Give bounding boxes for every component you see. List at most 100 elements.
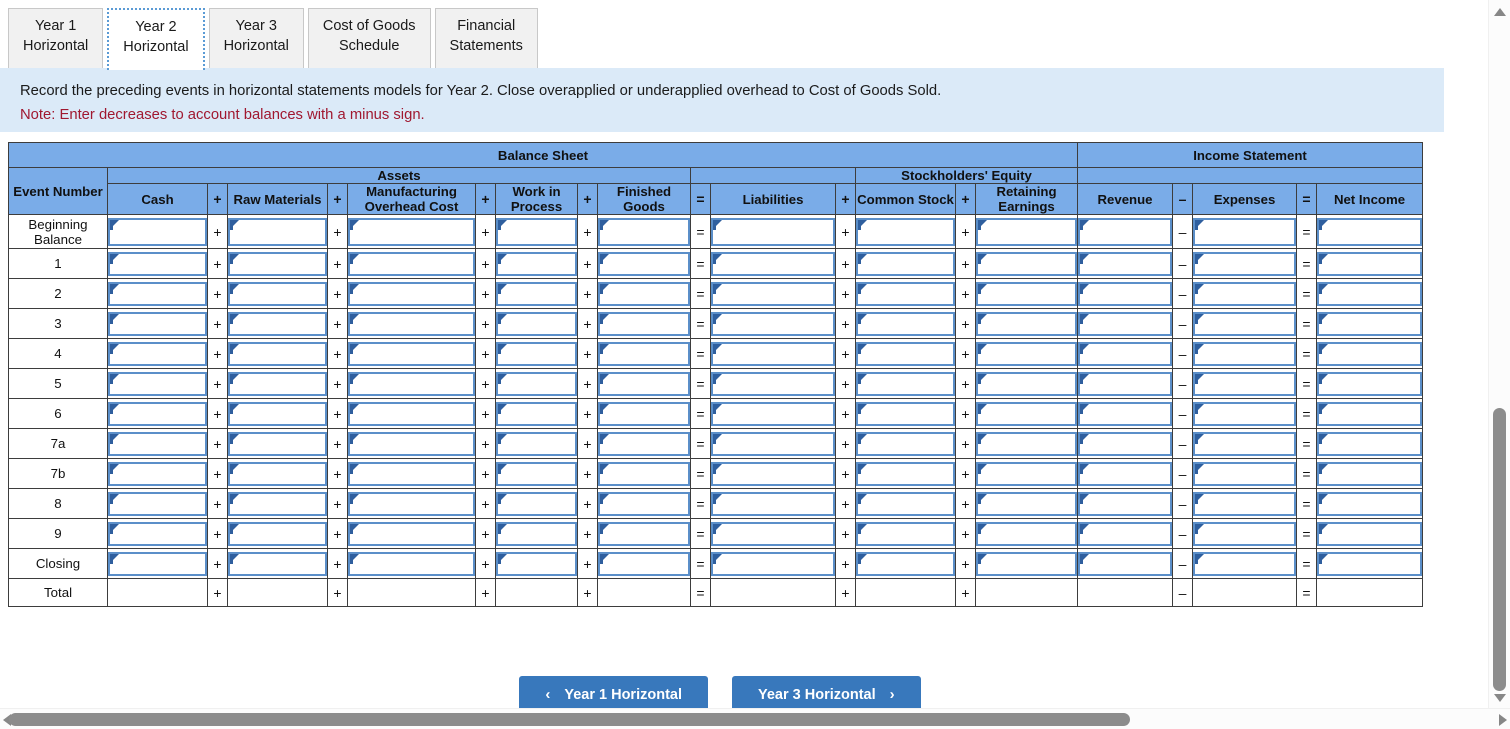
input-cash[interactable] [108,521,207,546]
cell-moh[interactable] [347,458,476,489]
input-netincome[interactable] [1317,251,1422,276]
input-revenue[interactable] [1078,217,1172,246]
cell-moh[interactable] [347,368,476,399]
input-fg[interactable] [598,521,690,546]
cell-expenses[interactable] [1192,398,1297,429]
input-fg[interactable] [598,311,690,336]
input-expenses[interactable] [1193,521,1296,546]
input-cash[interactable] [108,491,207,516]
cell-raw_mat[interactable] [227,458,328,489]
input-common[interactable] [856,461,955,486]
cell-cash[interactable] [107,338,208,369]
input-expenses[interactable] [1193,401,1296,426]
cell-common[interactable] [855,338,956,369]
tab-year-2-horizontal[interactable]: Year 2 Horizontal [107,8,205,70]
cell-raw_mat[interactable] [227,308,328,339]
input-liabilities[interactable] [711,401,835,426]
input-raw_mat[interactable] [228,431,327,456]
tab-cost-of-goods-schedule[interactable]: Cost of Goods Schedule [307,8,431,68]
input-moh[interactable] [348,371,475,396]
input-cash[interactable] [108,217,207,246]
input-moh[interactable] [348,521,475,546]
input-expenses[interactable] [1193,461,1296,486]
input-wip[interactable] [496,281,577,306]
cell-revenue[interactable] [1077,398,1173,429]
cell-common[interactable] [855,458,956,489]
input-wip[interactable] [496,461,577,486]
input-common[interactable] [856,371,955,396]
input-fg[interactable] [598,431,690,456]
input-raw_mat[interactable] [228,521,327,546]
cell-wip[interactable] [495,338,578,369]
cell-fg[interactable] [597,398,691,429]
input-cash[interactable] [108,431,207,456]
cell-netincome[interactable] [1316,248,1423,279]
input-moh[interactable] [348,461,475,486]
cell-wip[interactable] [495,368,578,399]
input-wip[interactable] [496,401,577,426]
cell-wip[interactable] [495,214,578,249]
cell-fg[interactable] [597,458,691,489]
input-retained[interactable] [976,281,1077,306]
cell-moh[interactable] [347,548,476,579]
input-common[interactable] [856,521,955,546]
input-fg[interactable] [598,281,690,306]
cell-retained[interactable] [975,338,1078,369]
input-moh[interactable] [348,217,475,246]
cell-revenue[interactable] [1077,458,1173,489]
input-revenue[interactable] [1078,341,1172,366]
input-netincome[interactable] [1317,491,1422,516]
cell-moh[interactable] [347,308,476,339]
input-revenue[interactable] [1078,461,1172,486]
input-fg[interactable] [598,371,690,396]
cell-cash[interactable] [107,428,208,459]
input-common[interactable] [856,341,955,366]
cell-fg[interactable] [597,214,691,249]
input-retained[interactable] [976,371,1077,396]
input-common[interactable] [856,431,955,456]
input-common[interactable] [856,251,955,276]
input-revenue[interactable] [1078,431,1172,456]
input-revenue[interactable] [1078,251,1172,276]
input-expenses[interactable] [1193,491,1296,516]
cell-moh[interactable] [347,338,476,369]
input-cash[interactable] [108,251,207,276]
cell-cash[interactable] [107,458,208,489]
input-common[interactable] [856,281,955,306]
cell-raw_mat[interactable] [227,368,328,399]
input-common[interactable] [856,311,955,336]
cell-common[interactable] [855,308,956,339]
input-fg[interactable] [598,341,690,366]
input-liabilities[interactable] [711,431,835,456]
cell-liabilities[interactable] [710,368,836,399]
scroll-right-arrow-icon[interactable] [1499,714,1507,726]
horizontal-scrollbar[interactable] [0,708,1510,729]
input-raw_mat[interactable] [228,217,327,246]
input-moh[interactable] [348,311,475,336]
cell-liabilities[interactable] [710,214,836,249]
cell-revenue[interactable] [1077,518,1173,549]
cell-retained[interactable] [975,308,1078,339]
input-cash[interactable] [108,281,207,306]
input-wip[interactable] [496,217,577,246]
input-liabilities[interactable] [711,371,835,396]
cell-fg[interactable] [597,548,691,579]
cell-revenue[interactable] [1077,548,1173,579]
cell-netincome[interactable] [1316,308,1423,339]
input-revenue[interactable] [1078,401,1172,426]
input-common[interactable] [856,491,955,516]
input-cash[interactable] [108,371,207,396]
cell-fg[interactable] [597,428,691,459]
input-wip[interactable] [496,551,577,576]
input-revenue[interactable] [1078,371,1172,396]
cell-expenses[interactable] [1192,458,1297,489]
cell-moh[interactable] [347,214,476,249]
input-cash[interactable] [108,401,207,426]
input-raw_mat[interactable] [228,461,327,486]
cell-retained[interactable] [975,368,1078,399]
cell-raw_mat[interactable] [227,398,328,429]
cell-common[interactable] [855,488,956,519]
input-retained[interactable] [976,251,1077,276]
cell-retained[interactable] [975,248,1078,279]
input-wip[interactable] [496,311,577,336]
